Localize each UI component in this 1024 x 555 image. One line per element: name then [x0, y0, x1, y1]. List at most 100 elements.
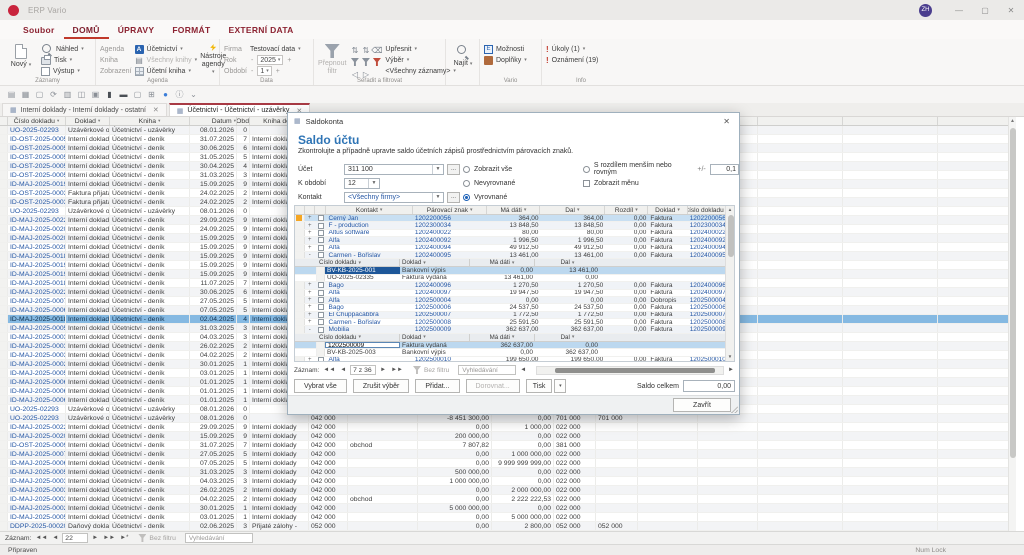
- period-minus-button[interactable]: -: [250, 68, 254, 75]
- saldo-grid-row[interactable]: - Carmen - Bořislav 1202400095 13 461,00…: [295, 252, 725, 259]
- ledger-button[interactable]: Účetní kniha▾: [135, 66, 198, 76]
- radio-show-all[interactable]: Zobrazit vše: [463, 162, 515, 176]
- row-selector[interactable]: [295, 282, 305, 288]
- cislo-dokladu-link[interactable]: 1202300034: [688, 222, 725, 228]
- sort-desc-icon[interactable]: ⇅: [361, 46, 370, 55]
- row-selector[interactable]: [0, 297, 8, 305]
- chevron-down-icon[interactable]: ▼: [432, 165, 443, 174]
- expand-toggle[interactable]: +: [305, 230, 315, 236]
- first-record-button[interactable]: ◄◄: [322, 367, 336, 373]
- output-button[interactable]: Výstup▾: [41, 66, 84, 76]
- scrollbar-thumb[interactable]: [728, 215, 734, 257]
- table-row[interactable]: ID-MAJ-2025-0020 Interní doklad Účetnict…: [0, 432, 1008, 441]
- saldo-grid-row[interactable]: + Alfa 1202400094 49 912,50 49 912,50 0,…: [295, 245, 725, 252]
- row-selector[interactable]: [295, 319, 305, 325]
- row-selector[interactable]: [0, 333, 8, 341]
- saldo-sub-row[interactable]: UO-2025-02335 Faktura vydaná 13 461,00 0…: [295, 275, 725, 282]
- year-selector[interactable]: 2025▾: [257, 55, 283, 65]
- row-selector[interactable]: [0, 468, 8, 476]
- horizontal-scrollbar[interactable]: [536, 366, 724, 375]
- row-selector[interactable]: [317, 275, 325, 281]
- row-selector[interactable]: [0, 243, 8, 251]
- row-checkbox[interactable]: [315, 297, 327, 303]
- column-header-datum[interactable]: Datum▾: [190, 117, 237, 125]
- row-selector[interactable]: [0, 270, 8, 278]
- cislo-dokladu-link[interactable]: 1202400094: [688, 245, 725, 251]
- row-selector[interactable]: [0, 234, 8, 242]
- radio-matched[interactable]: Vyrovnané: [463, 190, 515, 204]
- saldo-grid-row[interactable]: + Altus software 1202400022 80,00 80,00 …: [295, 230, 725, 237]
- search-input[interactable]: Vyhledávání: [458, 365, 516, 375]
- print-button[interactable]: Tisk: [526, 379, 553, 393]
- row-selector[interactable]: [295, 290, 305, 296]
- parovaci-znak-link[interactable]: 1202400096: [413, 282, 488, 288]
- row-selector[interactable]: [0, 216, 8, 224]
- saldo-sub-row[interactable]: BV-KB-2025-001 Bankovní výpis 0,00 13 46…: [295, 267, 725, 274]
- cislo-dokladu-link[interactable]: 1202500009: [688, 326, 725, 332]
- new-record-button[interactable]: ►*: [119, 535, 129, 541]
- expand-toggle[interactable]: +: [305, 304, 315, 310]
- row-selector[interactable]: [295, 215, 305, 221]
- sub-cislo-dokladu[interactable]: BV-KB-2025-001: [325, 267, 400, 273]
- kontakt-link[interactable]: Altus software: [327, 230, 413, 236]
- scrollbar-thumb[interactable]: [1010, 128, 1016, 458]
- tab-soubor[interactable]: Soubor: [14, 25, 64, 39]
- row-selector[interactable]: [0, 423, 8, 431]
- filter-state[interactable]: Bez filtru: [413, 366, 449, 374]
- table-row[interactable]: ID-MAJ-2025-0005 Interní doklad Účetnict…: [0, 513, 1008, 522]
- row-selector[interactable]: [295, 357, 305, 362]
- parovaci-znak-link[interactable]: 1202500009: [413, 326, 488, 332]
- parovaci-znak-link[interactable]: 1202400094: [413, 245, 488, 251]
- row-selector[interactable]: [0, 378, 8, 386]
- row-selector[interactable]: [0, 180, 8, 188]
- scroll-up-icon[interactable]: ▲: [726, 206, 734, 214]
- row-selector[interactable]: [0, 189, 8, 197]
- print-button[interactable]: Tisk▾: [41, 55, 84, 65]
- col-kontakt[interactable]: Kontakt▾: [326, 206, 412, 214]
- last-record-button[interactable]: ►►: [102, 535, 116, 541]
- row-selector[interactable]: [0, 360, 8, 368]
- row-selector[interactable]: [0, 279, 8, 287]
- row-selector[interactable]: [0, 153, 8, 161]
- difference-input[interactable]: 0,1: [710, 164, 739, 175]
- expand-toggle[interactable]: +: [305, 319, 315, 325]
- expand-toggle[interactable]: +: [305, 297, 315, 303]
- kontakt-link[interactable]: Mobilia: [327, 326, 413, 332]
- row-selector[interactable]: [0, 207, 8, 215]
- preview-button[interactable]: Náhled▾: [41, 44, 84, 54]
- window-icon[interactable]: ▢: [35, 90, 44, 99]
- row-selector[interactable]: [0, 495, 8, 503]
- row-selector[interactable]: [0, 414, 8, 422]
- sub-cislo-dokladu[interactable]: BV-KB-2025-003: [325, 349, 400, 355]
- filter-small-icon[interactable]: [351, 58, 359, 66]
- column-header-doklad[interactable]: Doklad▾: [66, 117, 110, 125]
- year-plus-button[interactable]: +: [286, 57, 292, 64]
- row-checkbox[interactable]: [315, 319, 327, 325]
- refresh-icon[interactable]: ⟳: [49, 90, 58, 99]
- row-selector[interactable]: [0, 441, 8, 449]
- row-selector[interactable]: [0, 144, 8, 152]
- year-minus-button[interactable]: -: [250, 57, 254, 64]
- kontakt-link[interactable]: Alfa: [327, 357, 413, 362]
- row-checkbox[interactable]: [315, 252, 327, 258]
- col-parovaci-znak[interactable]: Párovací znak▾: [413, 206, 488, 214]
- row-selector[interactable]: [295, 252, 305, 258]
- tab-close-icon[interactable]: ✕: [153, 106, 159, 114]
- row-selector[interactable]: [0, 450, 8, 458]
- first-record-button[interactable]: ◄◄: [34, 535, 48, 541]
- expand-toggle[interactable]: +: [305, 237, 315, 243]
- next-record-button[interactable]: ►: [379, 367, 387, 373]
- table-row[interactable]: ID-MAJ-2025-0022 Interní doklad Účetnict…: [0, 423, 1008, 432]
- row-checkbox[interactable]: [315, 282, 327, 288]
- table-row[interactable]: ID-MAJ-2025-0006 Interní doklad Účetnict…: [0, 459, 1008, 468]
- saldo-grid-row[interactable]: + Alfa 1202500010 199 650,00 199 650,00 …: [295, 357, 725, 362]
- row-selector[interactable]: [0, 486, 8, 494]
- table-row[interactable]: DDPP-2025-00020 Daňový doklad Účetnictví…: [0, 522, 1008, 531]
- chevron-down-icon[interactable]: ▼: [432, 193, 443, 202]
- kontakt-link[interactable]: Carmen - Bořislav: [327, 252, 413, 258]
- filter-edit-icon[interactable]: [362, 58, 370, 66]
- chevron-down-icon[interactable]: ▼: [368, 179, 379, 188]
- dialog-close-icon[interactable]: ✕: [720, 117, 733, 126]
- row-selector[interactable]: [0, 432, 8, 440]
- expand-toggle[interactable]: -: [305, 326, 315, 332]
